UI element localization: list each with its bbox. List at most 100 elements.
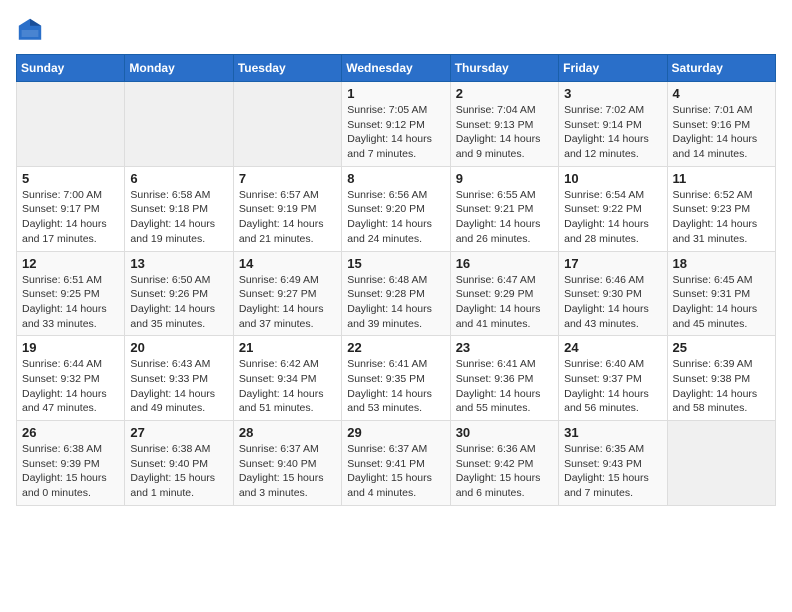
day-number: 12 <box>22 256 119 271</box>
day-info: Sunrise: 7:00 AMSunset: 9:17 PMDaylight:… <box>22 188 119 247</box>
calendar-cell: 17 Sunrise: 6:46 AMSunset: 9:30 PMDayligh… <box>559 251 667 336</box>
calendar-cell: 11 Sunrise: 6:52 AMSunset: 9:23 PMDayligh… <box>667 166 775 251</box>
day-number: 22 <box>347 340 444 355</box>
day-number: 8 <box>347 171 444 186</box>
calendar-cell: 31Sunrise: 6:35 AMSunset: 9:43 PMDayligh… <box>559 421 667 506</box>
calendar-cell: 30 Sunrise: 6:36 AMSunset: 9:42 PMDayligh… <box>450 421 558 506</box>
day-info: Sunrise: 6:57 AMSunset: 9:19 PMDaylight:… <box>239 188 336 247</box>
day-info: Sunrise: 7:02 AMSunset: 9:14 PMDaylight:… <box>564 103 661 162</box>
day-info: Sunrise: 6:49 AMSunset: 9:27 PMDaylight:… <box>239 273 336 332</box>
day-info: Sunrise: 7:04 AMSunset: 9:13 PMDaylight:… <box>456 103 553 162</box>
calendar-cell: 5 Sunrise: 7:00 AMSunset: 9:17 PMDaylight… <box>17 166 125 251</box>
calendar-cell <box>17 82 125 167</box>
calendar-cell <box>125 82 233 167</box>
calendar-cell: 15 Sunrise: 6:48 AMSunset: 9:28 PMDayligh… <box>342 251 450 336</box>
day-info: Sunrise: 6:48 AMSunset: 9:28 PMDaylight:… <box>347 273 444 332</box>
day-info: Sunrise: 6:44 AMSunset: 9:32 PMDaylight:… <box>22 357 119 416</box>
day-number: 25 <box>673 340 770 355</box>
day-number: 4 <box>673 86 770 101</box>
calendar-header: SundayMondayTuesdayWednesdayThursdayFrid… <box>17 55 776 82</box>
day-number: 6 <box>130 171 227 186</box>
day-info: Sunrise: 6:50 AMSunset: 9:26 PMDaylight:… <box>130 273 227 332</box>
calendar-cell: 26 Sunrise: 6:38 AMSunset: 9:39 PMDayligh… <box>17 421 125 506</box>
day-number: 30 <box>456 425 553 440</box>
day-number: 18 <box>673 256 770 271</box>
weekday-header: Wednesday <box>342 55 450 82</box>
calendar-cell: 28 Sunrise: 6:37 AMSunset: 9:40 PMDayligh… <box>233 421 341 506</box>
calendar-cell: 25 Sunrise: 6:39 AMSunset: 9:38 PMDayligh… <box>667 336 775 421</box>
calendar-cell <box>667 421 775 506</box>
day-info: Sunrise: 6:43 AMSunset: 9:33 PMDaylight:… <box>130 357 227 416</box>
day-info: Sunrise: 6:56 AMSunset: 9:20 PMDaylight:… <box>347 188 444 247</box>
day-number: 20 <box>130 340 227 355</box>
calendar-cell: 7 Sunrise: 6:57 AMSunset: 9:19 PMDaylight… <box>233 166 341 251</box>
day-info: Sunrise: 6:54 AMSunset: 9:22 PMDaylight:… <box>564 188 661 247</box>
day-number: 9 <box>456 171 553 186</box>
day-info: Sunrise: 6:41 AMSunset: 9:35 PMDaylight:… <box>347 357 444 416</box>
calendar-cell: 6 Sunrise: 6:58 AMSunset: 9:18 PMDaylight… <box>125 166 233 251</box>
day-info: Sunrise: 6:40 AMSunset: 9:37 PMDaylight:… <box>564 357 661 416</box>
day-info: Sunrise: 6:36 AMSunset: 9:42 PMDaylight:… <box>456 442 553 501</box>
logo-icon <box>16 16 44 44</box>
day-number: 15 <box>347 256 444 271</box>
calendar-cell: 10 Sunrise: 6:54 AMSunset: 9:22 PMDayligh… <box>559 166 667 251</box>
day-info: Sunrise: 6:39 AMSunset: 9:38 PMDaylight:… <box>673 357 770 416</box>
day-info: Sunrise: 6:55 AMSunset: 9:21 PMDaylight:… <box>456 188 553 247</box>
calendar-cell: 4 Sunrise: 7:01 AMSunset: 9:16 PMDaylight… <box>667 82 775 167</box>
calendar-cell: 3 Sunrise: 7:02 AMSunset: 9:14 PMDaylight… <box>559 82 667 167</box>
day-info: Sunrise: 7:01 AMSunset: 9:16 PMDaylight:… <box>673 103 770 162</box>
calendar-cell: 13 Sunrise: 6:50 AMSunset: 9:26 PMDayligh… <box>125 251 233 336</box>
calendar-cell: 2 Sunrise: 7:04 AMSunset: 9:13 PMDaylight… <box>450 82 558 167</box>
day-number: 19 <box>22 340 119 355</box>
weekday-header: Saturday <box>667 55 775 82</box>
day-number: 26 <box>22 425 119 440</box>
day-number: 7 <box>239 171 336 186</box>
day-number: 16 <box>456 256 553 271</box>
day-number: 1 <box>347 86 444 101</box>
day-info: Sunrise: 6:37 AMSunset: 9:41 PMDaylight:… <box>347 442 444 501</box>
day-number: 14 <box>239 256 336 271</box>
day-info: Sunrise: 6:58 AMSunset: 9:18 PMDaylight:… <box>130 188 227 247</box>
day-info: Sunrise: 6:35 AMSunset: 9:43 PMDaylight:… <box>564 442 661 501</box>
weekday-header: Friday <box>559 55 667 82</box>
calendar-cell: 9 Sunrise: 6:55 AMSunset: 9:21 PMDaylight… <box>450 166 558 251</box>
calendar-cell: 19 Sunrise: 6:44 AMSunset: 9:32 PMDayligh… <box>17 336 125 421</box>
logo <box>16 16 48 44</box>
calendar-cell: 1Sunrise: 7:05 AMSunset: 9:12 PMDaylight… <box>342 82 450 167</box>
day-number: 28 <box>239 425 336 440</box>
day-number: 23 <box>456 340 553 355</box>
day-number: 11 <box>673 171 770 186</box>
calendar-cell: 20 Sunrise: 6:43 AMSunset: 9:33 PMDayligh… <box>125 336 233 421</box>
calendar-cell <box>233 82 341 167</box>
day-number: 29 <box>347 425 444 440</box>
calendar-cell: 27 Sunrise: 6:38 AMSunset: 9:40 PMDayligh… <box>125 421 233 506</box>
day-info: Sunrise: 6:46 AMSunset: 9:30 PMDaylight:… <box>564 273 661 332</box>
day-info: Sunrise: 6:38 AMSunset: 9:39 PMDaylight:… <box>22 442 119 501</box>
day-number: 21 <box>239 340 336 355</box>
day-info: Sunrise: 6:45 AMSunset: 9:31 PMDaylight:… <box>673 273 770 332</box>
day-number: 10 <box>564 171 661 186</box>
day-number: 2 <box>456 86 553 101</box>
day-number: 5 <box>22 171 119 186</box>
day-info: Sunrise: 6:41 AMSunset: 9:36 PMDaylight:… <box>456 357 553 416</box>
day-info: Sunrise: 6:37 AMSunset: 9:40 PMDaylight:… <box>239 442 336 501</box>
calendar-cell: 14 Sunrise: 6:49 AMSunset: 9:27 PMDayligh… <box>233 251 341 336</box>
calendar-cell: 24 Sunrise: 6:40 AMSunset: 9:37 PMDayligh… <box>559 336 667 421</box>
calendar-cell: 23 Sunrise: 6:41 AMSunset: 9:36 PMDayligh… <box>450 336 558 421</box>
calendar-cell: 16Sunrise: 6:47 AMSunset: 9:29 PMDayligh… <box>450 251 558 336</box>
weekday-header: Tuesday <box>233 55 341 82</box>
day-number: 13 <box>130 256 227 271</box>
day-number: 24 <box>564 340 661 355</box>
day-number: 27 <box>130 425 227 440</box>
day-number: 17 <box>564 256 661 271</box>
weekday-header: Thursday <box>450 55 558 82</box>
day-number: 3 <box>564 86 661 101</box>
calendar-cell: 8 Sunrise: 6:56 AMSunset: 9:20 PMDaylight… <box>342 166 450 251</box>
calendar-cell: 21Sunrise: 6:42 AMSunset: 9:34 PMDayligh… <box>233 336 341 421</box>
calendar-cell: 18 Sunrise: 6:45 AMSunset: 9:31 PMDayligh… <box>667 251 775 336</box>
page-header <box>16 16 776 44</box>
calendar-cell: 12Sunrise: 6:51 AMSunset: 9:25 PMDayligh… <box>17 251 125 336</box>
calendar-cell: 29 Sunrise: 6:37 AMSunset: 9:41 PMDayligh… <box>342 421 450 506</box>
day-info: Sunrise: 6:38 AMSunset: 9:40 PMDaylight:… <box>130 442 227 501</box>
day-info: Sunrise: 6:52 AMSunset: 9:23 PMDaylight:… <box>673 188 770 247</box>
